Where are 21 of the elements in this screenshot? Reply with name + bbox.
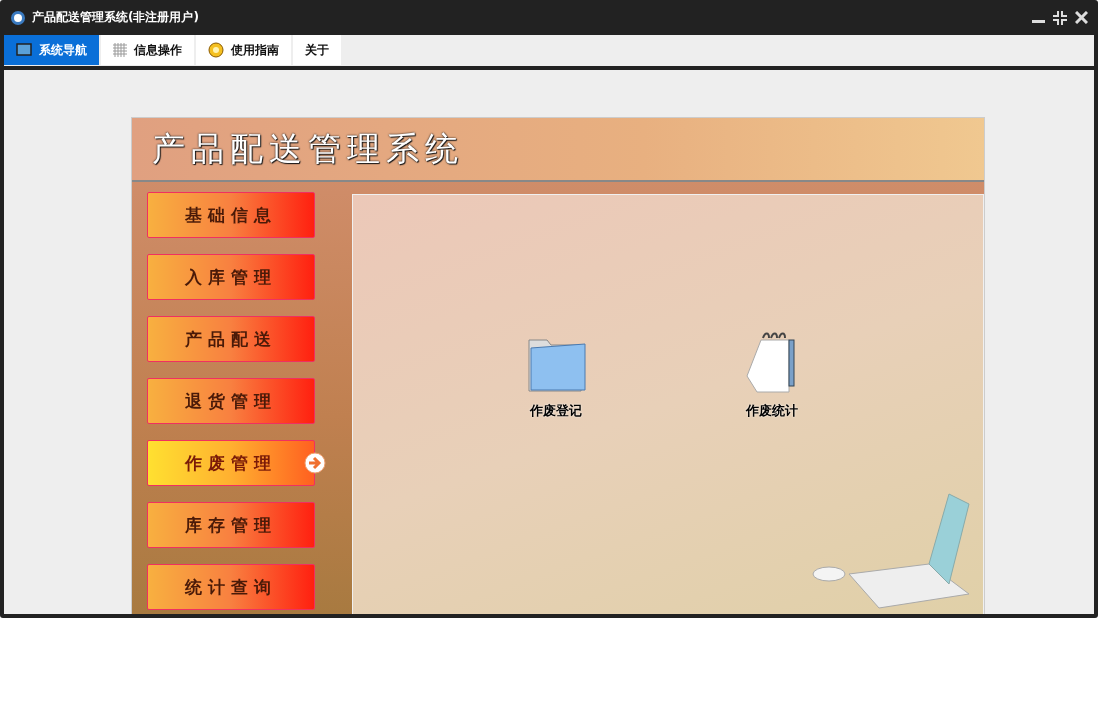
tab[interactable]: 关于 [293,35,341,65]
grid-icon [113,43,127,57]
tab[interactable]: 信息操作 [101,35,194,65]
monitor-icon [16,43,32,57]
menu-button[interactable]: 入库管理 [147,254,315,300]
menu-button[interactable]: 库存管理 [147,502,315,548]
close-icon[interactable] [1075,11,1088,24]
tab[interactable]: 使用指南 [196,35,291,65]
window-title: 产品配送管理系统(非注册用户) [32,9,199,26]
menu-button[interactable]: 产品配送 [147,316,315,362]
action-label[interactable]: 作废登记 [529,402,582,420]
menu-button[interactable]: 退货管理 [147,378,315,424]
app-logo-icon [10,9,26,26]
menu-button[interactable]: 作废管理 [147,440,315,486]
action-label[interactable]: 作废统计 [745,402,798,420]
tab[interactable]: 系统导航 [4,35,99,65]
menu-button[interactable]: 统计查询 [147,564,315,610]
menu-button[interactable]: 基础信息 [147,192,315,238]
restore-icon[interactable] [1053,10,1067,25]
banner-title: 产品配送管理系统 [152,127,464,170]
help-icon [208,42,224,58]
